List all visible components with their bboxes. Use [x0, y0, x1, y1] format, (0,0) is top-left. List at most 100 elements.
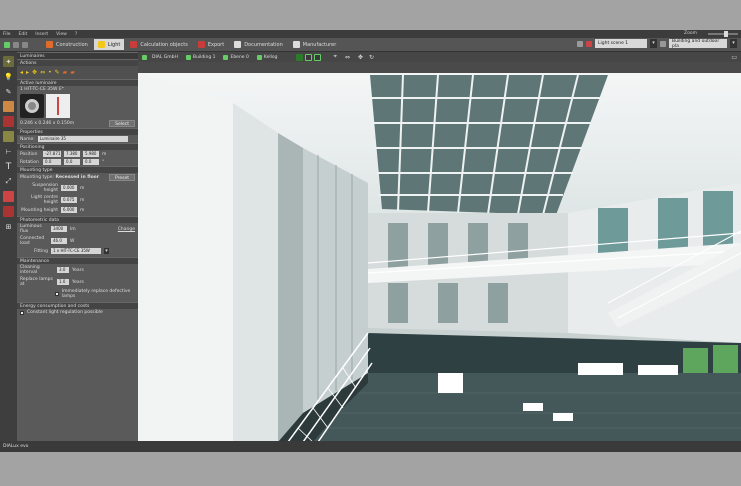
text-icon[interactable]: T	[3, 161, 14, 172]
3d-viewport[interactable]	[138, 73, 741, 442]
undo-icon[interactable]	[13, 41, 19, 48]
scene-settings-icon[interactable]	[660, 40, 666, 47]
fullscreen-icon[interactable]: ▭	[731, 54, 737, 61]
light-scene-dropdown-button[interactable]: ▾	[650, 39, 657, 48]
view-icon	[142, 54, 147, 60]
light-centre-row: Light centre height 0.075 m	[30, 195, 85, 205]
degree-icon: °	[102, 159, 105, 165]
3d-view-icon[interactable]	[296, 53, 304, 61]
immediate-replace-checkbox[interactable]	[55, 292, 59, 296]
menu-insert[interactable]: Insert	[35, 32, 48, 37]
point-icon[interactable]: •	[48, 69, 52, 76]
redo-icon[interactable]	[22, 41, 28, 48]
positioning-header[interactable]: Positioning	[17, 143, 138, 150]
tab-export[interactable]: Export	[194, 39, 228, 50]
tab-manufacturer[interactable]: Manufacturer	[289, 39, 341, 50]
cleaning-row: Cleaning interval 3.0 Years	[20, 265, 84, 275]
view-tab-level[interactable]: Ebene 0	[220, 53, 251, 61]
preset-button[interactable]: Preset	[108, 174, 135, 181]
light-icon	[97, 41, 105, 48]
level-icon	[223, 54, 229, 60]
rotation-x-input[interactable]: 0.0	[43, 159, 61, 165]
properties-header[interactable]: Properties	[17, 128, 138, 135]
mounting-type-value: Recessed in floor	[55, 175, 99, 180]
scene-toolbar: Light scene 1 ▾ Building and outdoor pla…	[577, 39, 737, 49]
change-link[interactable]: Change	[118, 227, 135, 232]
wand-icon[interactable]: ✎	[3, 86, 14, 97]
fitting-dropdown-button[interactable]: ▾	[104, 248, 109, 254]
position-x-input[interactable]: -27.871	[43, 151, 61, 157]
scale-icon[interactable]: ⤢	[3, 176, 14, 187]
report-icon[interactable]	[3, 191, 14, 202]
position-z-input[interactable]: 5.980	[83, 151, 99, 157]
fit-view-icon[interactable]: ⇔	[345, 54, 350, 61]
immediate-replace-row: Immediately replace defective lamps	[17, 288, 138, 300]
name-input[interactable]: Luminaire 35	[37, 136, 128, 142]
mounting-header[interactable]: Mounting type	[17, 166, 138, 173]
tab-calculation-objects[interactable]: Calculation objects	[126, 39, 192, 50]
energy-header[interactable]: Energy consumption and costs	[17, 302, 138, 309]
position-y-input[interactable]: 7.380	[64, 151, 80, 157]
move-right-icon[interactable]: ▸	[26, 69, 29, 76]
mounting-height-row: Mounting height 6.000 m	[21, 207, 85, 213]
rotate-view-icon[interactable]: ↻	[369, 54, 374, 61]
select-button[interactable]: Select	[109, 120, 135, 127]
light-scene-select[interactable]: Light scene 1	[595, 39, 647, 48]
tab-documentation[interactable]: Documentation	[230, 39, 287, 50]
light-group-icon[interactable]	[3, 116, 14, 127]
tab-construction[interactable]: Construction	[42, 39, 92, 50]
building-dropdown-button[interactable]: ▾	[730, 39, 737, 48]
position-row: Position -27.871 7.380 5.980 m	[20, 151, 107, 157]
bulb-icon[interactable]: 💡	[3, 71, 14, 82]
move-left-icon[interactable]: ◂	[20, 69, 23, 76]
rotation-y-input[interactable]: 0.0	[64, 159, 80, 165]
2d-view-icon[interactable]	[305, 53, 313, 61]
dimension-icon[interactable]: ⊢	[3, 146, 14, 157]
tool-sidebar: ✦ 💡 ✎ ⊢ T ⤢ ⊞	[0, 52, 17, 452]
view-tabs: DIAL GmbH Building 1 Ebene 0 Kellog ⌖ ⇔ …	[138, 52, 741, 62]
array-icon[interactable]: ⇔	[40, 69, 45, 76]
emergency-icon[interactable]	[3, 131, 14, 142]
menu-view[interactable]: View	[56, 32, 67, 37]
mounting-height-input[interactable]: 6.000	[61, 207, 77, 213]
arrange-icon[interactable]: ✥	[32, 69, 37, 76]
delete-icon[interactable]: ▰	[70, 69, 75, 76]
luminous-flux-input[interactable]: 3400	[51, 226, 67, 232]
constant-light-checkbox[interactable]	[20, 310, 24, 315]
section-view-icon[interactable]	[314, 53, 322, 61]
luminaire-tool-icon[interactable]: ✦	[3, 56, 14, 67]
building-select[interactable]: Building and outdoor pla	[669, 39, 727, 49]
fitting-select[interactable]: 1 x HIT-TC-CE 35W	[51, 248, 101, 254]
pencil-icon[interactable]: ✎	[55, 69, 60, 76]
menu-help[interactable]: ?	[75, 32, 77, 37]
view-tab-room[interactable]: Kellog	[254, 53, 281, 61]
menu-edit[interactable]: Edit	[19, 32, 28, 37]
connected-load-input[interactable]: 46.0	[51, 238, 67, 244]
actions-header[interactable]: Actions	[17, 59, 138, 66]
photometric-header[interactable]: Photometric data	[17, 216, 138, 223]
palette-icon[interactable]	[3, 206, 14, 217]
maintenance-header[interactable]: Maintenance	[17, 257, 138, 264]
color-icon[interactable]	[3, 101, 14, 112]
lamp-icon[interactable]	[586, 40, 592, 47]
active-luminaire-header[interactable]: Active luminaire	[17, 79, 138, 86]
suspension-height-input[interactable]: 0.000	[61, 185, 77, 191]
menu-file[interactable]: File	[3, 32, 11, 37]
move-view-icon[interactable]: ✥	[358, 54, 363, 61]
scene-icon[interactable]	[577, 40, 583, 47]
light-distribution-curve	[46, 94, 70, 118]
view-tab-company[interactable]: DIAL GmbH	[149, 53, 181, 61]
tab-light[interactable]: Light	[93, 39, 125, 50]
tree-icon[interactable]: ⊞	[3, 221, 14, 232]
view-tab-building[interactable]: Building 1	[183, 53, 219, 61]
replace-icon[interactable]: ▰	[63, 69, 68, 76]
zoom-slider-handle[interactable]	[724, 30, 728, 37]
replace-lamps-input[interactable]: 1.0	[57, 279, 69, 285]
save-icon[interactable]	[4, 41, 10, 48]
select-tool-icon[interactable]: ⌖	[333, 53, 336, 61]
zoom-slider[interactable]	[708, 30, 738, 37]
light-centre-height-input[interactable]: 0.075	[61, 197, 77, 203]
cleaning-interval-input[interactable]: 3.0	[57, 267, 69, 273]
rotation-z-input[interactable]: 0.0	[83, 159, 99, 165]
manufacturer-icon	[292, 41, 300, 48]
